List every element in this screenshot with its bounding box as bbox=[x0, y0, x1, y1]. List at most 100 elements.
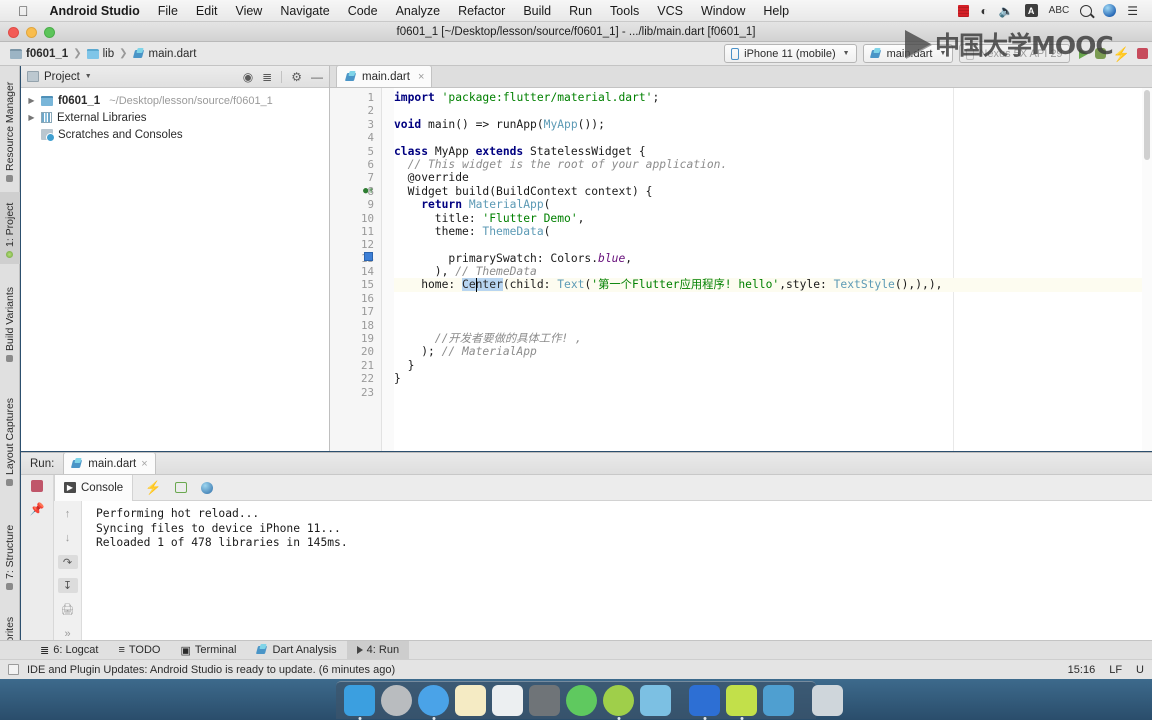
code-line[interactable]: ); // MaterialApp bbox=[394, 345, 1152, 358]
editor-fold-column[interactable] bbox=[382, 88, 394, 451]
code-line[interactable]: @override bbox=[394, 171, 1152, 184]
code-line[interactable] bbox=[394, 305, 1152, 318]
debug-icon[interactable] bbox=[1094, 48, 1106, 59]
hot-reload-icon[interactable]: ⚡ bbox=[145, 480, 161, 496]
code-line[interactable]: } bbox=[394, 359, 1152, 372]
expand-arrow-icon[interactable]: ▶ bbox=[27, 113, 36, 122]
secondary-device-selector[interactable]: Nexus 5X API 29 bbox=[959, 44, 1070, 63]
tool-window-terminal[interactable]: ▣ Terminal bbox=[170, 641, 246, 660]
event-log-icon[interactable] bbox=[8, 664, 19, 675]
dock-icon-folder[interactable] bbox=[640, 685, 671, 716]
settings-gear-icon[interactable]: ⚙ bbox=[291, 71, 302, 83]
pin-icon[interactable]: 📌 bbox=[30, 502, 45, 516]
code-line[interactable] bbox=[394, 386, 1152, 399]
dock-icon-wps[interactable] bbox=[689, 685, 720, 720]
battery-icon[interactable] bbox=[958, 4, 970, 17]
sidebar-item-structure[interactable]: 7: Structure bbox=[0, 506, 20, 596]
editor-vertical-scrollbar[interactable] bbox=[1142, 88, 1152, 451]
status-message[interactable]: IDE and Plugin Updates: Android Studio i… bbox=[27, 664, 395, 676]
dock-icon-wechat[interactable] bbox=[566, 685, 597, 716]
print-icon[interactable]: 🖨 bbox=[58, 602, 78, 617]
code-line[interactable]: class MyApp extends StatelessWidget { bbox=[394, 145, 1152, 158]
dock-icon-launchpad[interactable] bbox=[381, 685, 412, 716]
menu-item-tools[interactable]: Tools bbox=[601, 4, 648, 18]
editor-code-area[interactable]: import 'package:flutter/material.dart'; v… bbox=[394, 88, 1152, 451]
sidebar-item-project[interactable]: 1: Project bbox=[0, 192, 20, 264]
status-encoding[interactable]: U bbox=[1136, 664, 1144, 676]
siri-icon[interactable] bbox=[1103, 4, 1117, 17]
menu-item-edit[interactable]: Edit bbox=[187, 4, 227, 18]
code-line[interactable]: import 'package:flutter/material.dart'; bbox=[394, 91, 1152, 104]
target-icon[interactable]: ◉ bbox=[243, 71, 253, 83]
menu-item-file[interactable]: File bbox=[149, 4, 187, 18]
tree-item-external-libraries[interactable]: ▶ External Libraries bbox=[27, 109, 329, 126]
code-line[interactable]: } bbox=[394, 372, 1152, 385]
maximize-window-button[interactable] bbox=[44, 27, 55, 38]
sidebar-item-layout-captures[interactable]: Layout Captures bbox=[0, 376, 20, 492]
editor-tab-main-dart[interactable]: main.dart × bbox=[336, 65, 433, 87]
dock-icon-android-studio[interactable] bbox=[603, 685, 634, 720]
open-observatory-icon[interactable] bbox=[201, 481, 214, 494]
sidebar-item-build-variants[interactable]: Build Variants bbox=[0, 268, 20, 368]
code-line[interactable] bbox=[394, 292, 1152, 305]
tool-window-todo[interactable]: ≡ TODO bbox=[108, 641, 170, 660]
code-line[interactable]: void main() => runApp(MyApp()); bbox=[394, 118, 1152, 131]
menu-item-code[interactable]: Code bbox=[339, 4, 387, 18]
close-icon[interactable]: × bbox=[141, 458, 147, 470]
dock-icon-trash[interactable] bbox=[812, 685, 843, 716]
tree-item-scratches[interactable]: Scratches and Consoles bbox=[27, 126, 329, 143]
run-configuration-selector[interactable]: main.dart ▼ bbox=[862, 44, 954, 63]
code-line[interactable]: primarySwatch: Colors.blue, bbox=[394, 252, 1152, 265]
device-selector[interactable]: iPhone 11 (mobile) ▼ bbox=[724, 44, 857, 63]
dock-icon-photos[interactable] bbox=[492, 685, 523, 716]
breadcrumb-item-project[interactable]: f0601_1 bbox=[6, 48, 72, 60]
dock-icon-safari[interactable] bbox=[418, 685, 449, 720]
close-window-button[interactable] bbox=[8, 27, 19, 38]
dock-icon-system-preferences[interactable] bbox=[529, 685, 560, 716]
status-line-separator[interactable]: LF bbox=[1109, 664, 1122, 676]
dock-icon-notability[interactable] bbox=[726, 685, 757, 720]
menu-item-help[interactable]: Help bbox=[754, 4, 798, 18]
menu-item-run[interactable]: Run bbox=[560, 4, 601, 18]
wifi-icon[interactable]: ◐ bbox=[980, 5, 987, 17]
dock-icon-notes[interactable] bbox=[455, 685, 486, 716]
code-line[interactable]: ), // ThemeData bbox=[394, 265, 1152, 278]
volume-icon[interactable]: 🔈 bbox=[999, 5, 1014, 17]
collapse-all-icon[interactable]: ≣ bbox=[262, 71, 272, 83]
control-center-icon[interactable]: ☰ bbox=[1127, 5, 1138, 17]
stop-icon[interactable] bbox=[31, 480, 43, 492]
menu-item-android-studio[interactable]: Android Studio bbox=[41, 4, 149, 18]
minimize-icon[interactable]: — bbox=[311, 71, 323, 83]
menu-item-refactor[interactable]: Refactor bbox=[449, 4, 514, 18]
menu-item-vcs[interactable]: VCS bbox=[648, 4, 692, 18]
dock-icon-files[interactable] bbox=[763, 685, 794, 716]
tool-window-run[interactable]: 4: Run bbox=[346, 640, 410, 660]
hot-restart-icon[interactable] bbox=[175, 482, 188, 493]
menu-item-window[interactable]: Window bbox=[692, 4, 754, 18]
code-line[interactable]: home: Center(child: Text('第一个Flutter应用程序… bbox=[394, 278, 1152, 293]
hot-reload-icon[interactable]: ⚡ bbox=[1113, 47, 1130, 61]
menu-item-analyze[interactable]: Analyze bbox=[387, 4, 449, 18]
run-tab-main-dart[interactable]: main.dart × bbox=[63, 452, 156, 474]
code-line[interactable] bbox=[394, 104, 1152, 117]
code-line[interactable] bbox=[394, 131, 1152, 144]
code-line[interactable]: theme: ThemeData( bbox=[394, 225, 1152, 238]
tree-item-module[interactable]: ▶ f0601_1 ~/Desktop/lesson/source/f0601_… bbox=[27, 92, 329, 109]
code-line[interactable]: title: 'Flutter Demo', bbox=[394, 212, 1152, 225]
code-line[interactable]: // This widget is the root of your appli… bbox=[394, 158, 1152, 171]
menu-item-build[interactable]: Build bbox=[514, 4, 560, 18]
code-line[interactable]: return MaterialApp( bbox=[394, 198, 1152, 211]
tool-window-logcat[interactable]: ≣ 6: Logcat bbox=[30, 641, 108, 660]
breadcrumb-item-file[interactable]: main.dart bbox=[129, 48, 201, 60]
code-line[interactable] bbox=[394, 238, 1152, 251]
stop-icon[interactable] bbox=[1137, 48, 1148, 59]
breadcrumb-item-lib[interactable]: lib bbox=[83, 48, 119, 60]
expand-icon[interactable]: » bbox=[58, 626, 78, 641]
close-icon[interactable]: × bbox=[418, 71, 424, 83]
code-line[interactable]: //开发者要做的具体工作! , bbox=[394, 332, 1152, 345]
scroll-up-icon[interactable]: ↑ bbox=[58, 507, 78, 522]
dock-icon-finder[interactable] bbox=[344, 685, 375, 720]
spotlight-search-icon[interactable] bbox=[1080, 4, 1093, 17]
run-icon[interactable] bbox=[1078, 48, 1088, 59]
chevron-down-icon[interactable]: ▼ bbox=[85, 73, 92, 80]
